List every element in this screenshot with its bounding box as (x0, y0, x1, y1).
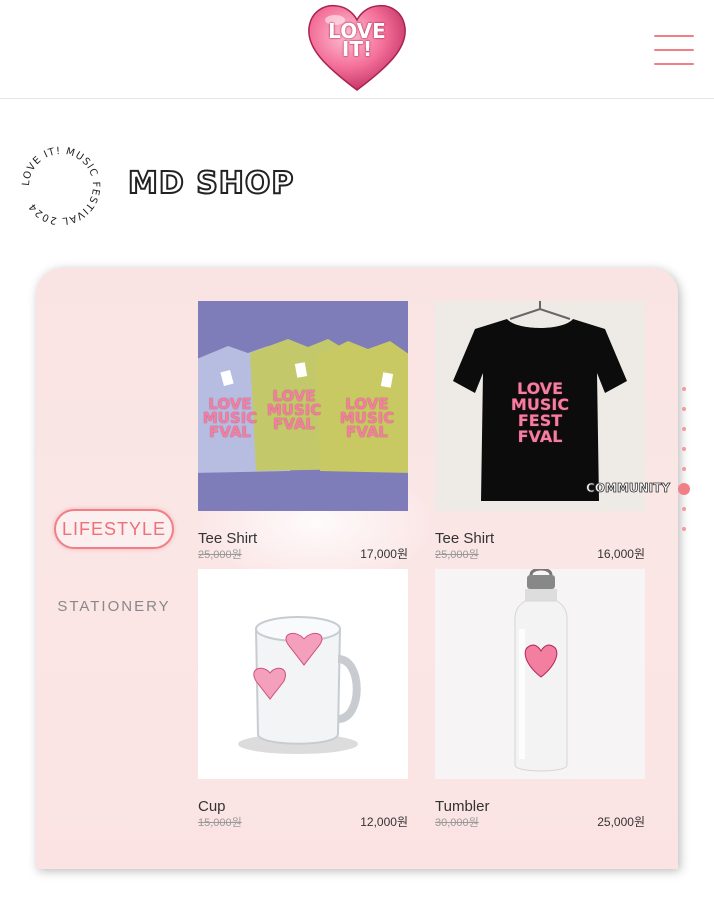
product-original-price: 15,000원 (198, 817, 242, 829)
product-image-tumbler[interactable] (435, 569, 645, 779)
side-nav-dots (678, 385, 690, 535)
side-nav-active-label[interactable]: COMMUNITY (586, 481, 671, 496)
product-card[interactable]: LOVE MUSIC FVAL LOVE MUSIC FVAL LOVE MUSIC FVA… (198, 301, 408, 561)
print-text: LOVE MUSIC FEST FVAL (510, 379, 570, 446)
side-nav-dot[interactable] (682, 447, 686, 451)
hamburger-icon-bar-top (654, 35, 694, 37)
festival-circle-badge: LOVE IT! MUSIC FESTIVAL 2024 (20, 145, 102, 227)
shop-card: LIFESTYLE STATIONERY LOVE MUSIC FVAL LOVE M… (36, 268, 678, 869)
print-text: LOVE MUSIC FVAL (266, 387, 322, 433)
product-image-cup[interactable] (198, 569, 408, 779)
product-card[interactable]: LOVE MUSIC FEST FVAL Tee Shirt 25,000원 16,0… (435, 301, 645, 561)
product-original-price: 30,000원 (435, 817, 479, 829)
side-nav-dot[interactable] (682, 407, 686, 411)
hamburger-menu-button[interactable] (654, 35, 694, 65)
side-nav-dot[interactable] (682, 507, 686, 511)
logo[interactable]: LOVE IT! (305, 2, 409, 94)
product-card[interactable]: Tumbler 30,000원 25,000원 (435, 569, 645, 829)
category-stationery-button[interactable]: STATIONERY (54, 598, 174, 620)
side-nav-dot[interactable] (682, 427, 686, 431)
side-nav-dot[interactable] (682, 387, 686, 391)
product-card[interactable]: Cup 15,000원 12,000원 (198, 569, 408, 829)
product-original-price: 25,000원 (435, 549, 479, 561)
product-original-price: 25,000원 (198, 549, 242, 561)
product-name[interactable]: Tumbler (435, 798, 489, 815)
category-lifestyle-button[interactable]: LIFESTYLE (54, 509, 174, 549)
logo-text-line2: IT! (341, 37, 373, 61)
header: LOVE IT! (0, 0, 714, 99)
product-price: 17,000원 (360, 547, 408, 561)
print-text: LOVE MUSIC FVAL (339, 395, 395, 441)
product-name[interactable]: Tee Shirt (435, 530, 494, 547)
page-title: MD SHOP (127, 165, 295, 202)
logo-text: LOVE IT! (305, 21, 409, 61)
hamburger-icon-bar-bottom (654, 63, 694, 65)
product-price: 16,000원 (597, 547, 645, 561)
product-name[interactable]: Cup (198, 798, 226, 815)
glass-cup-illustration (238, 616, 361, 754)
side-nav-dot[interactable] (682, 527, 686, 531)
product-price: 12,000원 (360, 815, 408, 829)
tumbler-illustration (514, 569, 568, 772)
hamburger-icon-bar-middle (654, 49, 694, 51)
print-text: LOVE MUSIC FVAL (202, 395, 258, 441)
product-image-black-tee[interactable]: LOVE MUSIC FEST FVAL (435, 301, 645, 511)
product-price: 25,000원 (597, 815, 645, 829)
badge-circle-text: LOVE IT! MUSIC FESTIVAL 2024 (21, 146, 100, 226)
side-nav-dot-active[interactable] (678, 483, 690, 495)
product-name[interactable]: Tee Shirt (198, 530, 257, 547)
svg-text:LOVE IT! MUSIC FESTIVAL 2024: LOVE IT! MUSIC FESTIVAL 2024 (21, 146, 101, 226)
side-nav-dot[interactable] (682, 467, 686, 471)
product-image-tee-shirts[interactable]: LOVE MUSIC FVAL LOVE MUSIC FVAL LOVE MUSIC FVA… (198, 301, 408, 511)
